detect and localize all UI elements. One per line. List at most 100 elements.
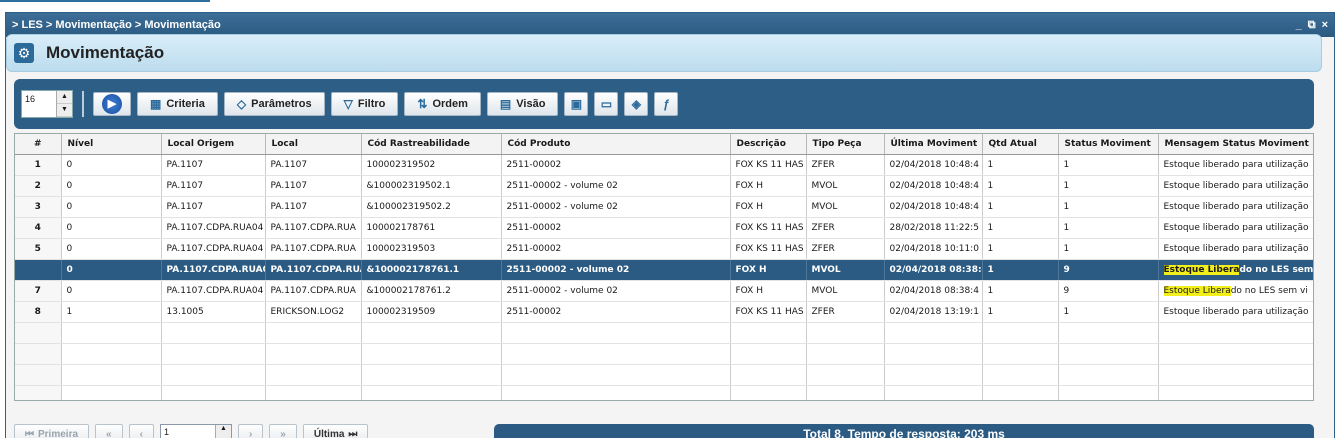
cell-local-origem: PA.1107 [161,154,266,176]
toolbar-divider [82,91,84,117]
table-row[interactable]: 7 0 PA.1107.CDPA.RUA04 PA.1107.CDPA.RUA … [15,280,1313,302]
cell-tipo-peca: ZFER [806,154,885,176]
first-page-label: Primeira [38,428,79,438]
cell-rastreabilidade: 100002178761 [361,217,502,239]
cell-local-origem: PA.1107.CDPA.RUA04 [161,280,266,302]
cell-mensagem: Estoque Liberado no LES sem vi [1158,259,1313,281]
message-rest: do no LES sem vi [1230,285,1308,296]
cell-nivel: 0 [61,259,162,281]
table-row[interactable]: 8 1 13.1005 ERICKSON.LOG2 100002319509 2… [15,301,1313,323]
cell-qtd-atual: 1 [982,301,1059,323]
save-icon: ▭ [600,97,613,111]
cell-descricao: FOX KS 11 HAS [730,238,807,260]
col-header[interactable]: # [15,134,62,155]
cell-nivel: 0 [61,196,162,218]
run-button[interactable]: ▶ [93,92,131,116]
cell-tipo-peca: MVOL [806,259,885,281]
ordem-button[interactable]: ⇅ Ordem [404,92,481,116]
col-header[interactable]: Última Moviment [884,134,983,155]
minimize-icon[interactable]: _ [1296,19,1302,32]
formula-icon: ƒ [663,97,670,111]
row-number: 4 [15,217,62,239]
visao-button[interactable]: ▤ Visão [486,92,559,116]
gear-icon: ⚙ [14,43,34,63]
spin-up-icon[interactable]: ▲ [57,91,72,104]
view-icon: ▤ [499,97,512,111]
empty-row [15,385,1313,400]
next-block-button[interactable]: » [269,424,297,438]
cell-local: PA.1107.CDPA.RUA [265,238,362,260]
restore-icon[interactable]: ⧉ [1308,19,1316,32]
code-button[interactable]: ◈ [624,92,649,116]
cell-local-origem: PA.1107.CDPA.RUA04 [161,259,266,281]
page-size-stepper[interactable]: 16 ▲ ▼ [21,90,73,118]
first-page-button[interactable]: ⏮ Primeira [14,424,90,438]
last-page-label: Última [313,428,345,438]
cell-tipo-peca: MVOL [806,280,885,302]
cell-tipo-peca: ZFER [806,301,885,323]
prev-block-button[interactable]: « [95,424,123,438]
cell-local-origem: 13.1005 [161,301,266,323]
page-spin-icon[interactable]: ▲ [214,425,231,438]
row-number: 1 [15,154,62,176]
table-row[interactable]: 5 0 PA.1107.CDPA.RUA04 PA.1107.CDPA.RUA … [15,238,1313,260]
page-number-value[interactable]: 1 [161,425,215,438]
next-page-button[interactable]: › [237,424,264,438]
empty-row [15,322,1313,344]
right-icon: › [248,428,253,438]
export-button[interactable]: ▣ [564,92,589,116]
cell-local-origem: PA.1107 [161,175,266,197]
last-page-button[interactable]: Última ⏭ [302,424,369,438]
page-number-input[interactable]: 1 ▲ [159,424,232,438]
cell-qtd-atual: 1 [982,154,1059,176]
col-header[interactable]: Local Origem [161,134,266,155]
col-header[interactable]: Qtd Atual [982,134,1059,155]
cell-produto: 2511-00002 - volume 02 [501,196,731,218]
cell-ultima-moviment: 02/04/2018 10:48:4 [884,154,983,176]
table-row[interactable]: 4 0 PA.1107.CDPA.RUA04 PA.1107.CDPA.RUA … [15,217,1313,239]
cell-mensagem: Estoque liberado para utilização [1158,196,1313,218]
criteria-button[interactable]: ▦ Criteria [137,92,218,116]
cell-ultima-moviment: 02/04/2018 10:48:4 [884,175,983,197]
cell-rastreabilidade: &100002319502.2 [361,196,502,218]
filtro-button[interactable]: ▽ Filtro [330,92,399,116]
col-header[interactable]: Tipo Peça [806,134,885,155]
cell-produto: 2511-00002 - volume 02 [501,175,731,197]
cell-qtd-atual: 1 [982,280,1059,302]
spin-down-icon[interactable]: ▼ [57,104,72,117]
highlight-text: Estoque Libera [1163,264,1240,275]
col-header[interactable]: Descrição [730,134,807,155]
table-row[interactable]: 1 0 PA.1107 PA.1107 100002319502 2511-00… [15,154,1313,176]
col-header[interactable]: Cód Rastreabilidade [361,134,502,155]
page-size-value[interactable]: 16 [22,91,56,117]
cell-tipo-peca: MVOL [806,196,885,218]
cell-status: 1 [1058,175,1159,197]
col-header[interactable]: Status Moviment [1058,134,1159,155]
cell-local: PA.1107 [265,175,362,197]
cell-status: 1 [1058,238,1159,260]
cell-rastreabilidade: &100002319502.1 [361,175,502,197]
prev-page-button[interactable]: ‹ [128,424,154,438]
table-row-selected[interactable]: 0 PA.1107.CDPA.RUA04 PA.1107.CDPA.RUA &1… [15,259,1313,281]
table-row[interactable]: 2 0 PA.1107 PA.1107 &100002319502.1 2511… [15,175,1313,197]
close-icon[interactable]: × [1322,19,1328,32]
col-header[interactable]: Mensagem Status Moviment [1158,134,1313,155]
col-header[interactable]: Nível [61,134,162,155]
empty-row [15,343,1313,365]
cell-tipo-peca: ZFER [806,238,885,260]
col-header[interactable]: Cód Produto [501,134,731,155]
pager: ⏮ Primeira « ‹ 1 ▲ › » Última ⏭ [14,424,369,438]
filter-icon: ▽ [343,97,353,111]
parametros-button[interactable]: ◇ Parâmetros [223,92,325,116]
save-button[interactable]: ▭ [594,92,619,116]
cell-rastreabilidade: &100002178761.1 [361,259,502,281]
tag-icon: ◇ [236,97,247,111]
table-row[interactable]: 3 0 PA.1107 PA.1107 &100002319502.2 2511… [15,196,1313,218]
cell-descricao: FOX H [730,280,807,302]
last-page-icon: ⏭ [348,428,358,438]
cell-nivel: 0 [61,217,162,239]
row-number: 2 [15,175,62,197]
col-header[interactable]: Local [265,134,362,155]
cell-produto: 2511-00002 - volume 02 [501,280,731,302]
formula-button[interactable]: ƒ [654,92,679,116]
